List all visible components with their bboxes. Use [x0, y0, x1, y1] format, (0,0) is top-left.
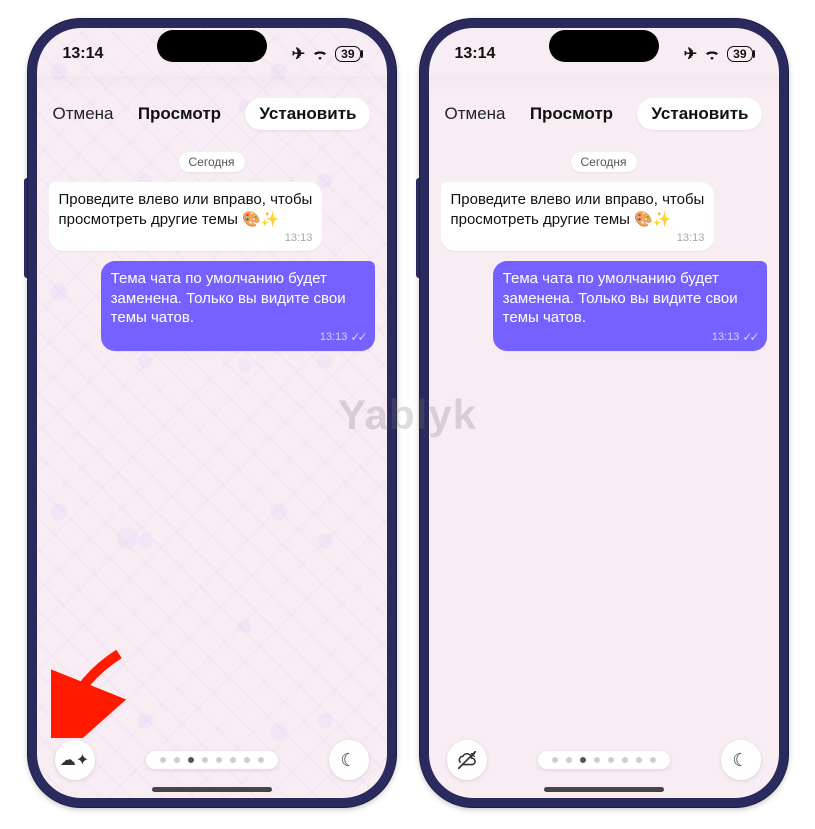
- message-outgoing: Тема чата по умолчанию будет заменена. Т…: [49, 261, 375, 351]
- status-icons: ✈︎ 39: [292, 44, 361, 64]
- wifi-icon: [311, 47, 329, 61]
- status-icons: ✈︎ 39: [684, 44, 753, 64]
- bottom-bar: ☾: [429, 740, 779, 780]
- phone-frame-right: 13:14 ✈︎ 39 Отмена Просмотр Установить С…: [419, 18, 789, 808]
- message-incoming: Проведите влево или вправо, чтобы просмо…: [49, 182, 375, 251]
- date-pill: Сегодня: [571, 152, 637, 172]
- screen: 13:14 ✈︎ 39 Отмена Просмотр Установить С…: [429, 28, 779, 798]
- moon-icon: ☾: [732, 750, 748, 771]
- pager-dot[interactable]: [580, 757, 586, 763]
- message-time: 13:13: [677, 231, 705, 245]
- moon-icon: ☾: [340, 750, 356, 771]
- chat-preview[interactable]: Сегодня Проведите влево или вправо, чтоб…: [37, 140, 387, 798]
- header-title: Просмотр: [530, 104, 613, 124]
- status-time: 13:14: [63, 45, 104, 63]
- message-outgoing: Тема чата по умолчанию будет заменена. Т…: [441, 261, 767, 351]
- battery-icon: 39: [335, 46, 360, 62]
- message-text: Тема чата по умолчанию будет заменена. Т…: [111, 270, 346, 326]
- install-button[interactable]: Установить: [637, 98, 762, 130]
- pager-dot[interactable]: [636, 757, 642, 763]
- wifi-icon: [703, 47, 721, 61]
- pager-dot[interactable]: [608, 757, 614, 763]
- pager-dot[interactable]: [244, 757, 250, 763]
- status-time: 13:14: [455, 45, 496, 63]
- battery-icon: 39: [727, 46, 752, 62]
- doodle-icon: ☁✦: [60, 750, 89, 770]
- dark-mode-button[interactable]: ☾: [329, 740, 369, 780]
- pager-dot[interactable]: [622, 757, 628, 763]
- read-checks-icon: ✓✓: [350, 330, 364, 346]
- top-fade: [429, 76, 779, 94]
- phone-frame-left: 13:14 ✈︎ 39 Отмена Просмотр Установить С…: [27, 18, 397, 808]
- top-fade: [37, 76, 387, 94]
- pager-dot[interactable]: [230, 757, 236, 763]
- theme-preview-header: Отмена Просмотр Установить: [37, 94, 387, 140]
- pager-dot[interactable]: [650, 757, 656, 763]
- pager-dot[interactable]: [160, 757, 166, 763]
- dynamic-island: [549, 30, 659, 62]
- pager-dot[interactable]: [594, 757, 600, 763]
- pager-dot[interactable]: [216, 757, 222, 763]
- airplane-icon: ✈︎: [292, 44, 305, 64]
- chat-preview[interactable]: Сегодня Проведите влево или вправо, чтоб…: [429, 140, 779, 798]
- doodle-toggle-button[interactable]: ☁✦: [55, 740, 95, 780]
- pager-dot[interactable]: [552, 757, 558, 763]
- home-indicator[interactable]: [544, 787, 664, 792]
- doodle-off-icon: [456, 749, 478, 771]
- pager-dot[interactable]: [566, 757, 572, 763]
- date-separator: Сегодня: [49, 152, 375, 172]
- message-time: 13:13: [320, 330, 348, 344]
- install-button[interactable]: Установить: [245, 98, 370, 130]
- airplane-icon: ✈︎: [684, 44, 697, 64]
- home-indicator[interactable]: [152, 787, 272, 792]
- pager-dot[interactable]: [188, 757, 194, 763]
- theme-preview-header: Отмена Просмотр Установить: [429, 94, 779, 140]
- pager-dot[interactable]: [258, 757, 264, 763]
- theme-pager[interactable]: [146, 751, 278, 769]
- message-time: 13:13: [285, 231, 313, 245]
- read-checks-icon: ✓✓: [742, 330, 756, 346]
- cancel-button[interactable]: Отмена: [445, 104, 506, 124]
- pager-dot[interactable]: [174, 757, 180, 763]
- message-text: Проведите влево или вправо, чтобы просмо…: [59, 191, 313, 228]
- message-text: Проведите влево или вправо, чтобы просмо…: [451, 191, 705, 228]
- theme-pager[interactable]: [538, 751, 670, 769]
- message-time: 13:13: [712, 330, 740, 344]
- header-title: Просмотр: [138, 104, 221, 124]
- message-text: Тема чата по умолчанию будет заменена. Т…: [503, 270, 738, 326]
- bottom-bar: ☁✦ ☾: [37, 740, 387, 780]
- pager-dot[interactable]: [202, 757, 208, 763]
- dark-mode-button[interactable]: ☾: [721, 740, 761, 780]
- cancel-button[interactable]: Отмена: [53, 104, 114, 124]
- doodle-toggle-button[interactable]: [447, 740, 487, 780]
- dynamic-island: [157, 30, 267, 62]
- screen: 13:14 ✈︎ 39 Отмена Просмотр Установить С…: [37, 28, 387, 798]
- date-pill: Сегодня: [179, 152, 245, 172]
- message-incoming: Проведите влево или вправо, чтобы просмо…: [441, 182, 767, 251]
- date-separator: Сегодня: [441, 152, 767, 172]
